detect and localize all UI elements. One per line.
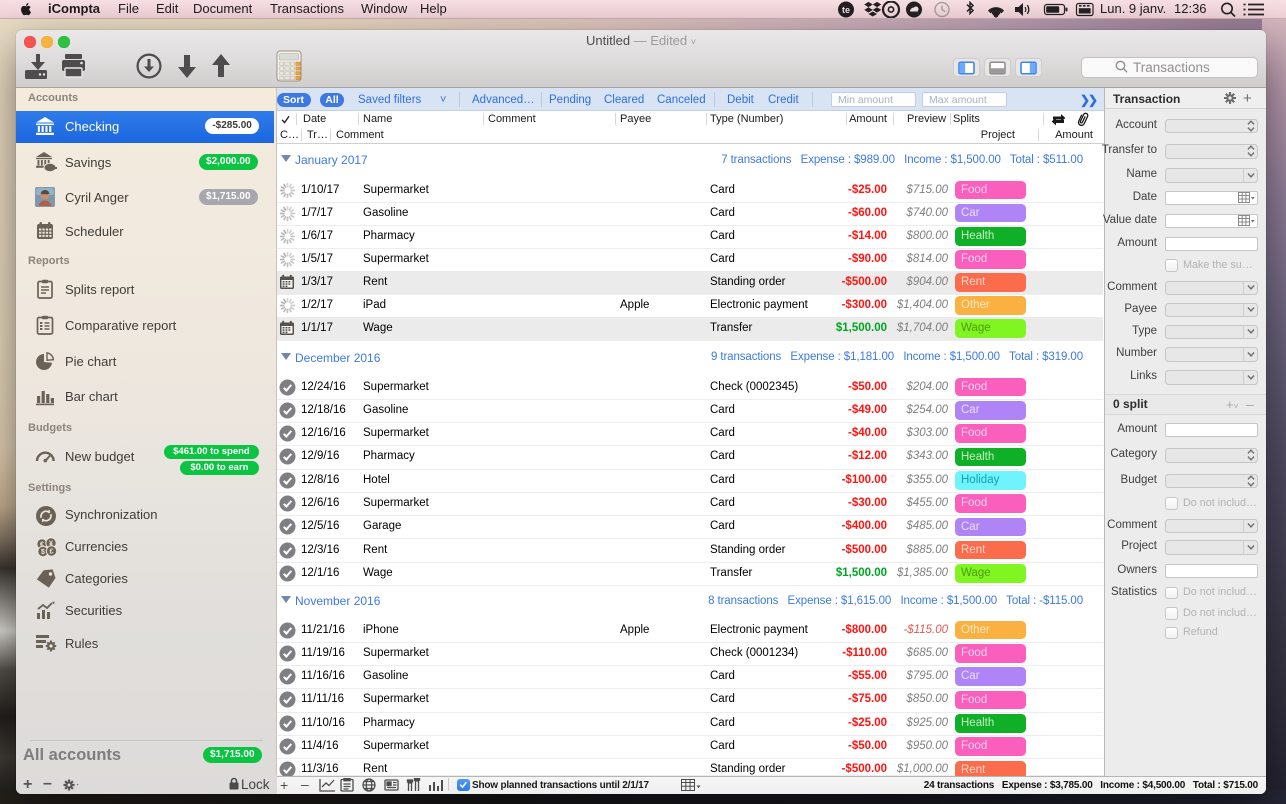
- svg-text:$: $: [41, 549, 45, 556]
- svg-text:¥: ¥: [49, 540, 53, 547]
- svg-text:£: £: [50, 548, 54, 555]
- svg-text:te: te: [842, 5, 850, 15]
- svg-text:€: €: [40, 541, 44, 548]
